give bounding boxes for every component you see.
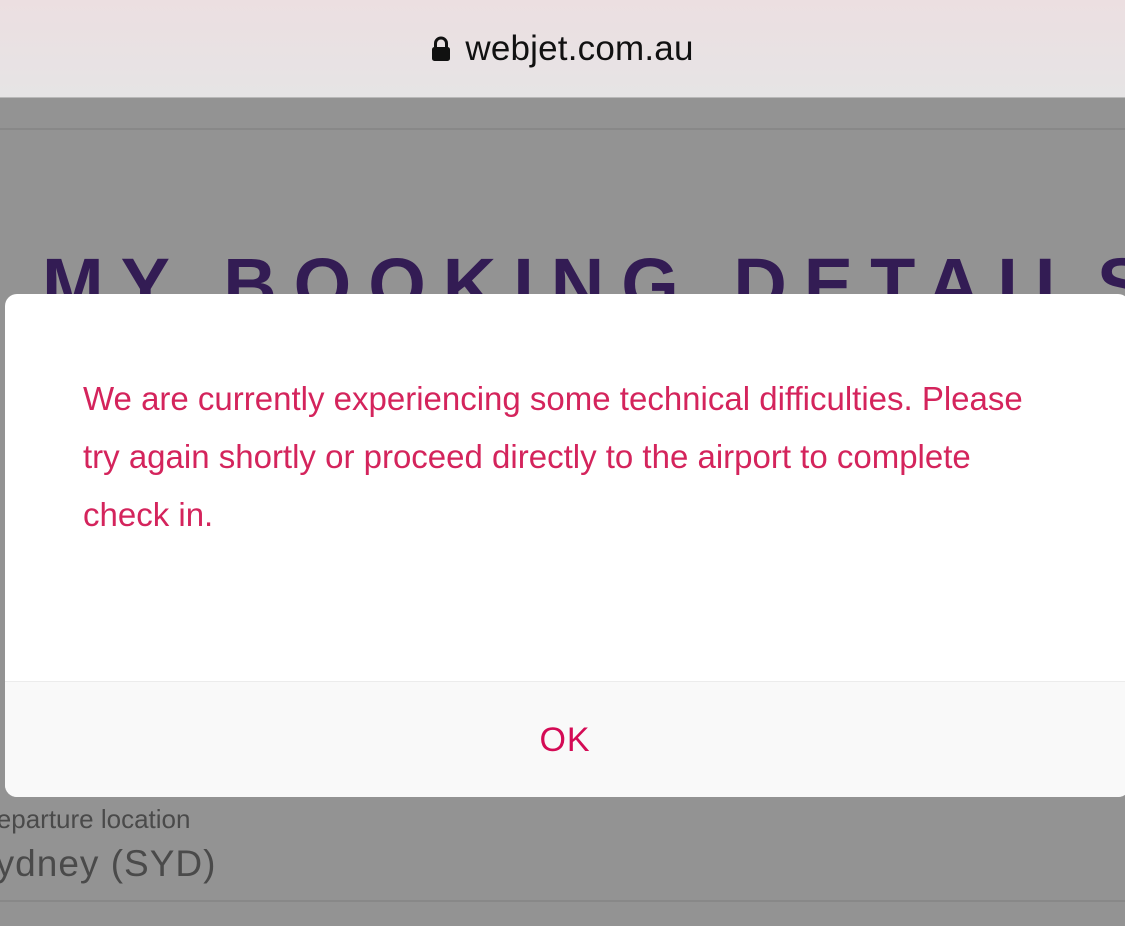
departure-location-label: Departure location (0, 804, 191, 834)
dialog-footer: OK (5, 681, 1125, 797)
divider (0, 900, 1125, 902)
error-message: We are currently experiencing some techn… (83, 380, 1023, 533)
divider (0, 128, 1125, 130)
ok-button[interactable]: OK (5, 682, 1125, 797)
browser-address-bar[interactable]: webjet.com.au (0, 0, 1125, 98)
error-dialog: We are currently experiencing some techn… (5, 294, 1125, 797)
lock-icon (431, 36, 451, 62)
departure-location-value[interactable]: Sydney (SYD) (0, 843, 216, 885)
url-text[interactable]: webjet.com.au (465, 29, 693, 69)
address-bar-content: webjet.com.au (431, 29, 693, 69)
